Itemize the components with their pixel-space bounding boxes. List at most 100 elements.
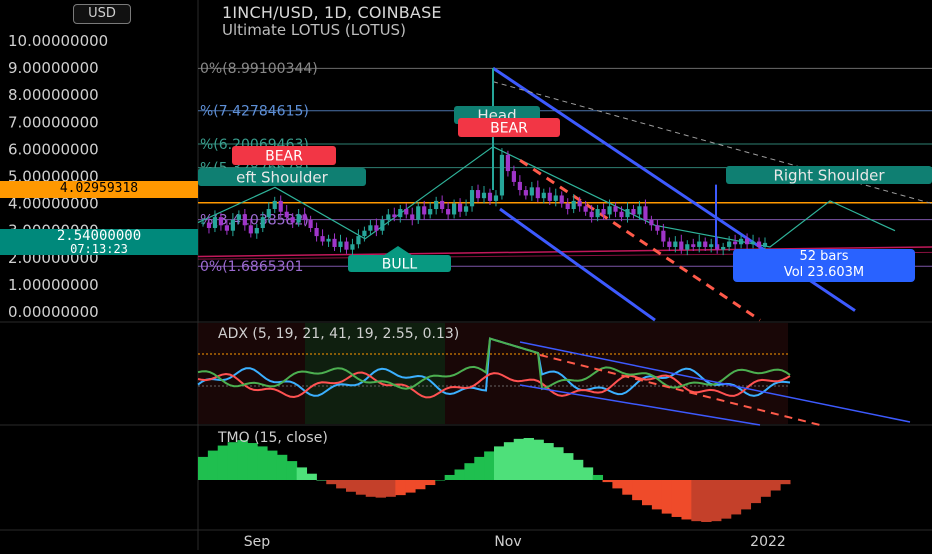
candle-body <box>338 241 343 247</box>
candle-body <box>553 195 558 201</box>
candle-body <box>302 214 307 220</box>
measure-vol: Vol 23.603M <box>783 265 865 280</box>
tmo-bar <box>622 480 633 495</box>
candle-body <box>236 214 241 220</box>
right-shoulder-label: Right Shoulder <box>773 166 885 184</box>
candle-body <box>356 236 361 245</box>
price-scale-tick: 8.00000000 <box>8 86 99 104</box>
candle-body <box>601 209 606 215</box>
tmo-bar <box>750 480 761 504</box>
candle-body <box>260 217 265 228</box>
candle-body <box>344 241 349 250</box>
tmo-bar <box>582 467 594 480</box>
candle-body <box>368 225 373 231</box>
candle-body <box>452 203 457 215</box>
candle-body <box>673 241 678 247</box>
currency-label: USD <box>88 6 116 21</box>
countdown-text: 07:13:23 <box>70 242 128 256</box>
candle-body <box>703 241 708 247</box>
candle-body <box>661 230 666 242</box>
candle-body <box>565 203 570 210</box>
tmo-bar <box>592 474 604 480</box>
tmo-bar <box>385 480 396 497</box>
candle-body <box>386 214 391 220</box>
tmo-bar <box>513 438 525 480</box>
candle-body <box>517 181 522 191</box>
candle-body <box>583 206 588 212</box>
candle-body <box>547 192 552 201</box>
tmo-bar <box>355 480 367 495</box>
tmo-bar <box>336 480 347 489</box>
tmo-bar <box>247 443 258 480</box>
tmo-bar <box>533 439 544 480</box>
time-axis-tick: Sep <box>244 534 271 550</box>
tmo-bar <box>494 446 505 480</box>
candle-body <box>254 227 259 234</box>
candle-body <box>410 214 415 220</box>
candle-body <box>314 227 319 237</box>
tmo-bar <box>306 473 317 480</box>
tmo-bar <box>612 480 623 489</box>
tmo-bar <box>316 480 327 481</box>
candle-body <box>422 206 427 215</box>
tmo-bar <box>296 467 308 480</box>
tmo-bar <box>642 480 653 506</box>
candle-body <box>326 238 331 242</box>
candle-body <box>571 200 576 210</box>
candle-body <box>350 244 355 250</box>
bull-arrow <box>383 246 413 256</box>
candle-body <box>463 206 469 212</box>
tmo-bar <box>217 445 229 480</box>
tmo-bar <box>730 480 742 515</box>
candle-body <box>697 241 702 247</box>
candle-body <box>392 214 397 218</box>
candle-body <box>523 190 528 196</box>
candle-body <box>505 154 511 172</box>
tmo-bar <box>543 443 554 480</box>
tmo-bar <box>563 453 574 480</box>
tmo-bar <box>770 480 781 491</box>
candle-body <box>404 209 409 215</box>
tmo-bar <box>553 447 564 480</box>
candle-body <box>416 206 421 220</box>
tmo-bar <box>326 480 337 485</box>
candle-body <box>589 211 594 218</box>
candle-body <box>332 238 337 247</box>
candle-body <box>206 222 212 228</box>
candle-body <box>541 192 546 199</box>
tmo-bar <box>474 456 485 480</box>
bear-signal-label: BEAR <box>265 149 303 165</box>
candle-body <box>559 195 564 204</box>
fib-level-label: 0%(8.99100344) <box>200 61 318 77</box>
candle-body <box>625 209 630 218</box>
channel-lower-line <box>499 207 656 322</box>
candle-body <box>278 200 283 212</box>
candle-body <box>230 219 235 231</box>
tmo-bar <box>267 450 278 480</box>
candle-body <box>475 190 481 199</box>
tmo-bar <box>720 480 732 519</box>
tmo-bar <box>780 480 791 485</box>
bear-signal-label: BEAR <box>490 121 528 137</box>
tmo-bar <box>681 480 692 520</box>
adx-title: ADX (5, 19, 21, 41, 19, 2.55, 0.13) <box>218 326 460 342</box>
candle-body <box>308 219 313 228</box>
candle-body <box>457 203 463 212</box>
candle-body <box>242 214 247 226</box>
candle-body <box>266 209 271 218</box>
price-scale-tick: 6.00000000 <box>8 140 99 158</box>
tmo-bar <box>434 480 446 481</box>
candle-body <box>320 236 325 242</box>
price-scale-tick: 10.00000000 <box>8 32 108 50</box>
candle-body <box>679 241 684 250</box>
candle-body <box>511 171 516 182</box>
bear-projection-line <box>519 158 761 322</box>
fib-level-label: 0%(1.6865301 <box>200 259 303 275</box>
measure-box[interactable]: 52 bars Vol 23.603M <box>733 249 915 282</box>
tmo-bar <box>484 451 495 480</box>
symbol-title: 1INCH/USD, 1D, COINBASE <box>222 3 442 22</box>
chart-area[interactable]: 10.00000000 9.00000000 8.00000000 7.0000000… <box>0 0 932 550</box>
currency-button[interactable]: USD <box>73 4 131 24</box>
candle-body <box>374 225 379 231</box>
indicator-title: Ultimate LOTUS (LOTUS) <box>222 21 406 39</box>
